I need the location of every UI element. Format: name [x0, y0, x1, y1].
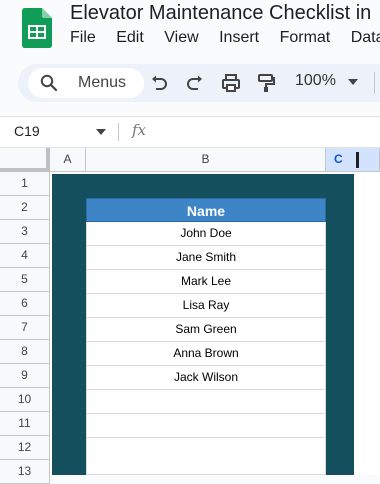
- row-header-7[interactable]: 7: [0, 316, 50, 340]
- paint-format-icon[interactable]: [256, 73, 276, 93]
- column-header-b[interactable]: B: [86, 148, 326, 172]
- search-label: Menus: [78, 74, 127, 91]
- document-title[interactable]: Elevator Maintenance Checklist in: [70, 2, 371, 25]
- column-header-c[interactable]: C: [326, 148, 380, 172]
- name-cell[interactable]: John Doe: [86, 222, 326, 246]
- row-header-13[interactable]: 13: [0, 460, 50, 484]
- name-cell[interactable]: Sam Green: [86, 318, 326, 342]
- row-header-11[interactable]: 11: [0, 412, 50, 436]
- menu-bar: File Edit View Insert Format Data: [70, 29, 380, 47]
- name-cell[interactable]: [86, 414, 326, 438]
- name-cell[interactable]: Jane Smith: [86, 246, 326, 270]
- select-all-corner[interactable]: [0, 148, 50, 172]
- column-header-a[interactable]: A: [50, 148, 86, 172]
- name-cell[interactable]: Anna Brown: [86, 342, 326, 366]
- row-header-8[interactable]: 8: [0, 340, 50, 364]
- search-menus-button[interactable]: Menus: [28, 68, 144, 98]
- name-cell[interactable]: [86, 438, 326, 475]
- undo-icon[interactable]: [149, 73, 169, 93]
- fx-icon: fx: [132, 121, 147, 139]
- row-header-3[interactable]: 3: [0, 220, 50, 244]
- redo-icon[interactable]: [185, 73, 205, 93]
- spreadsheet-grid[interactable]: A B C 1 2 3 4 5 6 7 8 9 10 11 12 13 Name…: [0, 148, 380, 484]
- row-header-6[interactable]: 6: [0, 292, 50, 316]
- menu-view[interactable]: View: [164, 29, 198, 46]
- menu-data[interactable]: Data: [351, 29, 380, 46]
- formula-divider: [118, 123, 119, 141]
- name-box[interactable]: C19: [14, 123, 40, 139]
- toolbar-divider: [374, 72, 375, 94]
- row-header-2[interactable]: 2: [0, 196, 50, 220]
- formula-bar: C19 fx: [0, 116, 380, 148]
- chevron-down-icon[interactable]: [348, 79, 358, 85]
- print-icon[interactable]: [221, 73, 241, 93]
- zoom-select[interactable]: 100%: [295, 72, 336, 90]
- name-cell[interactable]: Mark Lee: [86, 270, 326, 294]
- name-cell[interactable]: Lisa Ray: [86, 294, 326, 318]
- menu-edit[interactable]: Edit: [116, 29, 144, 46]
- title-bar: Elevator Maintenance Checklist in File E…: [0, 0, 380, 56]
- row-header-1[interactable]: 1: [0, 172, 50, 196]
- row-header-5[interactable]: 5: [0, 268, 50, 292]
- google-sheets-logo-icon[interactable]: [22, 8, 52, 48]
- menu-file[interactable]: File: [70, 29, 96, 46]
- name-cell[interactable]: [86, 390, 326, 414]
- search-icon: [40, 74, 58, 92]
- column-resize-handle[interactable]: [356, 152, 359, 168]
- row-header-12[interactable]: 12: [0, 436, 50, 460]
- toolbar: Menus 100%: [18, 64, 380, 102]
- menu-format[interactable]: Format: [280, 29, 331, 46]
- menu-insert[interactable]: Insert: [219, 29, 259, 46]
- name-cell[interactable]: Jack Wilson: [86, 366, 326, 390]
- chevron-down-icon[interactable]: [96, 129, 106, 135]
- row-header-9[interactable]: 9: [0, 364, 50, 388]
- row-header-10[interactable]: 10: [0, 388, 50, 412]
- row-header-4[interactable]: 4: [0, 244, 50, 268]
- name-column-header[interactable]: Name: [86, 198, 326, 222]
